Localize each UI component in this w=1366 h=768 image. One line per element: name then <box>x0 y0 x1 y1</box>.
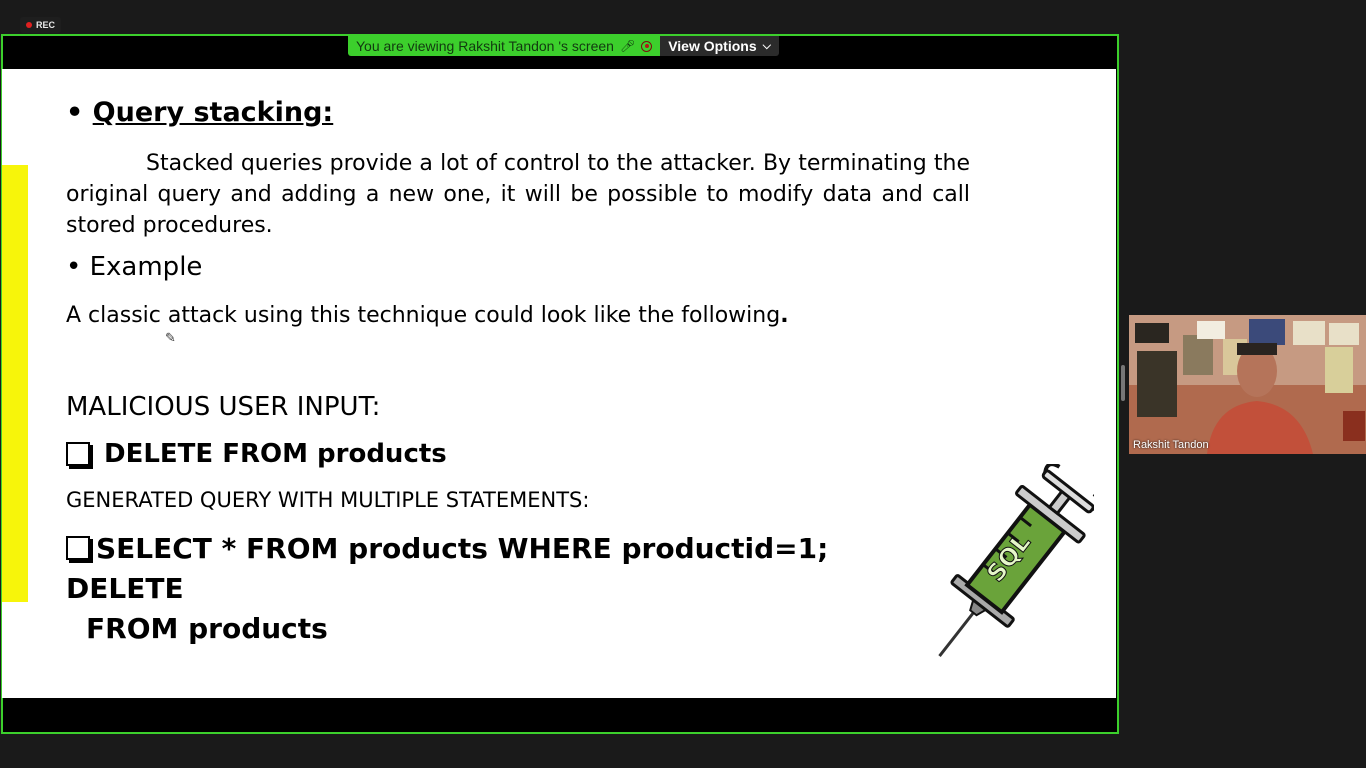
checkbox-square-icon <box>66 442 90 466</box>
example-heading-text: Example <box>89 252 203 282</box>
pencil-cursor-icon: ✎ <box>165 330 176 345</box>
record-dot-icon <box>26 22 32 28</box>
bullet: • <box>66 97 93 128</box>
malicious-input-text: DELETE FROM products <box>104 439 447 469</box>
checkbox-square-icon <box>66 536 90 560</box>
slide-paragraph: Stacked queries provide a lot of control… <box>66 148 970 241</box>
recording-label: REC <box>36 20 56 30</box>
example-heading: • Example <box>66 252 202 282</box>
presentation-slide: • Query stacking: Stacked queries provid… <box>2 69 1116 698</box>
share-message-text: You are viewing Rakshit Tandon 's screen <box>356 38 614 54</box>
panel-scrollbar[interactable] <box>1121 365 1125 401</box>
malicious-label: MALICIOUS USER INPUT: <box>66 392 381 422</box>
generated-query-line2: FROM products <box>86 612 328 645</box>
chevron-down-icon: ⌵ <box>762 39 771 52</box>
example-line: A classic attack using this technique co… <box>66 303 789 328</box>
participant-video[interactable]: Rakshit Tandon <box>1129 315 1366 454</box>
mic-muted-icon: 🎤︎ <box>619 39 636 53</box>
view-options-label: View Options <box>668 38 757 54</box>
paragraph-text: Stacked queries provide a lot of control… <box>66 151 970 238</box>
share-message: You are viewing Rakshit Tandon 's screen… <box>348 36 661 56</box>
example-line-end: . <box>780 303 789 328</box>
example-line-text: A classic attack using this technique co… <box>66 303 781 328</box>
sql-syringe-icon: SQL <box>938 464 1094 658</box>
slide-heading: • Query stacking: <box>66 97 333 128</box>
generated-query-line1: SELECT * FROM products WHERE productid=1… <box>66 532 829 605</box>
recording-status-icon <box>641 40 653 52</box>
participant-name: Rakshit Tandon <box>1133 439 1209 451</box>
generated-query: SELECT * FROM products WHERE productid=1… <box>66 529 946 649</box>
highlight-bar <box>2 165 28 602</box>
bullet: • <box>66 252 90 282</box>
participant-video-feed <box>1129 315 1366 454</box>
heading-text: Query stacking: <box>92 97 334 128</box>
share-banner: You are viewing Rakshit Tandon 's screen… <box>348 36 779 56</box>
recording-indicator: REC <box>20 17 62 33</box>
view-options-button[interactable]: View Options ⌵ <box>660 36 779 56</box>
generated-label: GENERATED QUERY WITH MULTIPLE STATEMENTS… <box>66 488 590 512</box>
malicious-input: DELETE FROM products <box>66 439 447 469</box>
